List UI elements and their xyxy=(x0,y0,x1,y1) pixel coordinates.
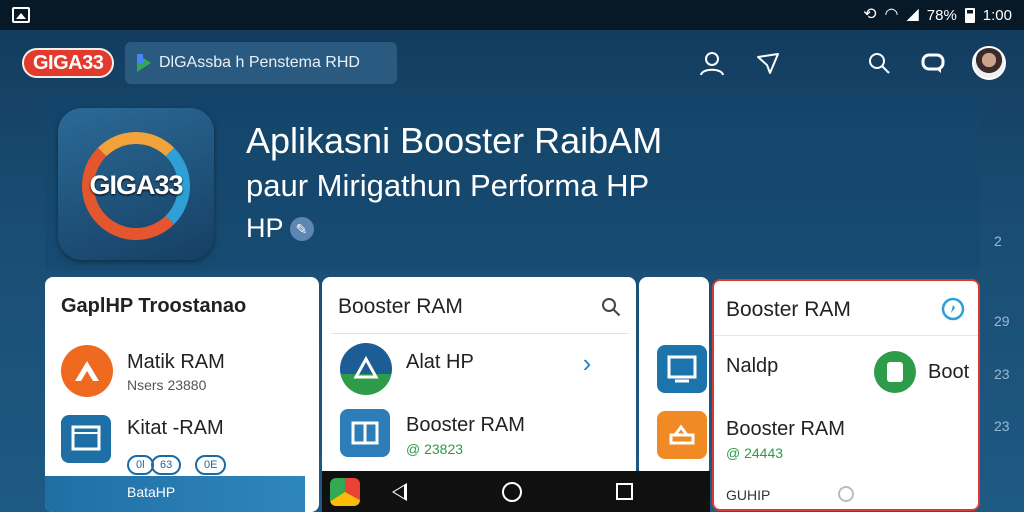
list-item-title[interactable]: Kitat -RAM xyxy=(127,417,224,440)
compass-icon[interactable] xyxy=(938,294,968,324)
footer-label: BataHP xyxy=(127,484,176,500)
list-item-side: Boot xyxy=(928,361,970,383)
gallery-icon xyxy=(12,7,30,23)
wifi-icon: ◠ xyxy=(884,6,899,23)
chevron-right-icon[interactable]: › xyxy=(572,348,602,378)
app-icon xyxy=(61,345,113,397)
recents-icon[interactable] xyxy=(616,483,633,500)
chrome-icon[interactable] xyxy=(330,478,360,506)
app-icon[interactable]: GIGA33 xyxy=(58,108,214,260)
send-icon[interactable] xyxy=(753,48,783,78)
divider xyxy=(332,333,628,334)
book-icon xyxy=(340,409,390,457)
list-item-sub: Nsers 23880 xyxy=(127,377,207,393)
card-title: GaplHP Troostanao xyxy=(61,295,247,317)
list-item-sub: @ 24443 xyxy=(726,445,784,461)
brand-logo[interactable]: GIGA33 xyxy=(22,48,115,78)
search-icon[interactable] xyxy=(864,48,894,78)
verified-icon: ✎ xyxy=(289,216,314,241)
signal-icon: ◢ xyxy=(906,6,919,23)
app-icon-label: GIGA33 xyxy=(89,170,183,200)
page-subtitle-2: HP ✎ xyxy=(246,213,314,244)
nav-bar xyxy=(322,471,710,512)
battery-percent: 78% xyxy=(926,6,957,24)
back-icon[interactable] xyxy=(392,483,407,501)
list-item-title[interactable]: Naldp xyxy=(726,355,778,378)
page-title: Aplikasni Booster RaibAM xyxy=(246,120,663,161)
chat-icon[interactable] xyxy=(918,48,948,78)
search-icon[interactable] xyxy=(596,292,626,322)
app-card-3[interactable] xyxy=(639,277,709,477)
footer-label: GUHIP xyxy=(726,487,771,503)
list-item-title[interactable]: Booster RAM xyxy=(406,414,525,437)
card-title: Booster RAM xyxy=(726,298,851,321)
profile-icon[interactable] xyxy=(697,48,727,78)
tool-icon xyxy=(657,411,707,459)
card-title: Booster RAM xyxy=(338,295,463,318)
list-item-title[interactable]: Booster RAM xyxy=(726,418,845,441)
side-mark: 29 xyxy=(994,313,1010,329)
app-card-1[interactable]: GaplHP Troostanao Matik RAM Nsers 23880 … xyxy=(45,277,319,512)
tag-badge: 63 xyxy=(151,455,182,475)
loading-icon xyxy=(838,486,854,502)
side-mark: 23 xyxy=(994,366,1010,382)
avatar[interactable] xyxy=(972,46,1006,80)
sync-icon: ⟲ xyxy=(863,6,877,23)
monitor-icon xyxy=(657,345,707,393)
search-text: DlGAssba h Penstema RHD xyxy=(159,54,360,71)
side-mark: 23 xyxy=(994,418,1010,434)
list-item-title[interactable]: Matik RAM xyxy=(127,351,225,374)
search-bar[interactable]: DlGAssba h Penstema RHD xyxy=(125,42,397,84)
divider xyxy=(714,335,978,336)
list-item-sub: @ 23823 xyxy=(406,441,464,457)
app-icon xyxy=(874,351,916,393)
play-store-icon xyxy=(137,54,151,72)
battery-icon xyxy=(964,7,975,23)
page-subtitle: paur Mirigathun Performa HP xyxy=(246,168,650,203)
status-bar: ⟲ ◠ ◢ 78% 1:00 xyxy=(0,0,1024,30)
subtitle-2-text: HP xyxy=(246,213,284,243)
folder-icon xyxy=(61,415,111,463)
home-icon[interactable] xyxy=(502,482,522,502)
list-item-title[interactable]: Alat HP xyxy=(406,351,474,374)
app-icon xyxy=(340,343,392,395)
side-mark: 2 xyxy=(994,233,1002,249)
clock: 1:00 xyxy=(982,6,1012,24)
tag-badge: 0l xyxy=(127,455,154,475)
app-card-4[interactable]: Booster RAM Naldp Boot Booster RAM @ 244… xyxy=(712,279,980,511)
tag-badge: 0E xyxy=(195,455,227,475)
app-bar: GIGA33 DlGAssba h Penstema RHD xyxy=(0,40,1024,86)
